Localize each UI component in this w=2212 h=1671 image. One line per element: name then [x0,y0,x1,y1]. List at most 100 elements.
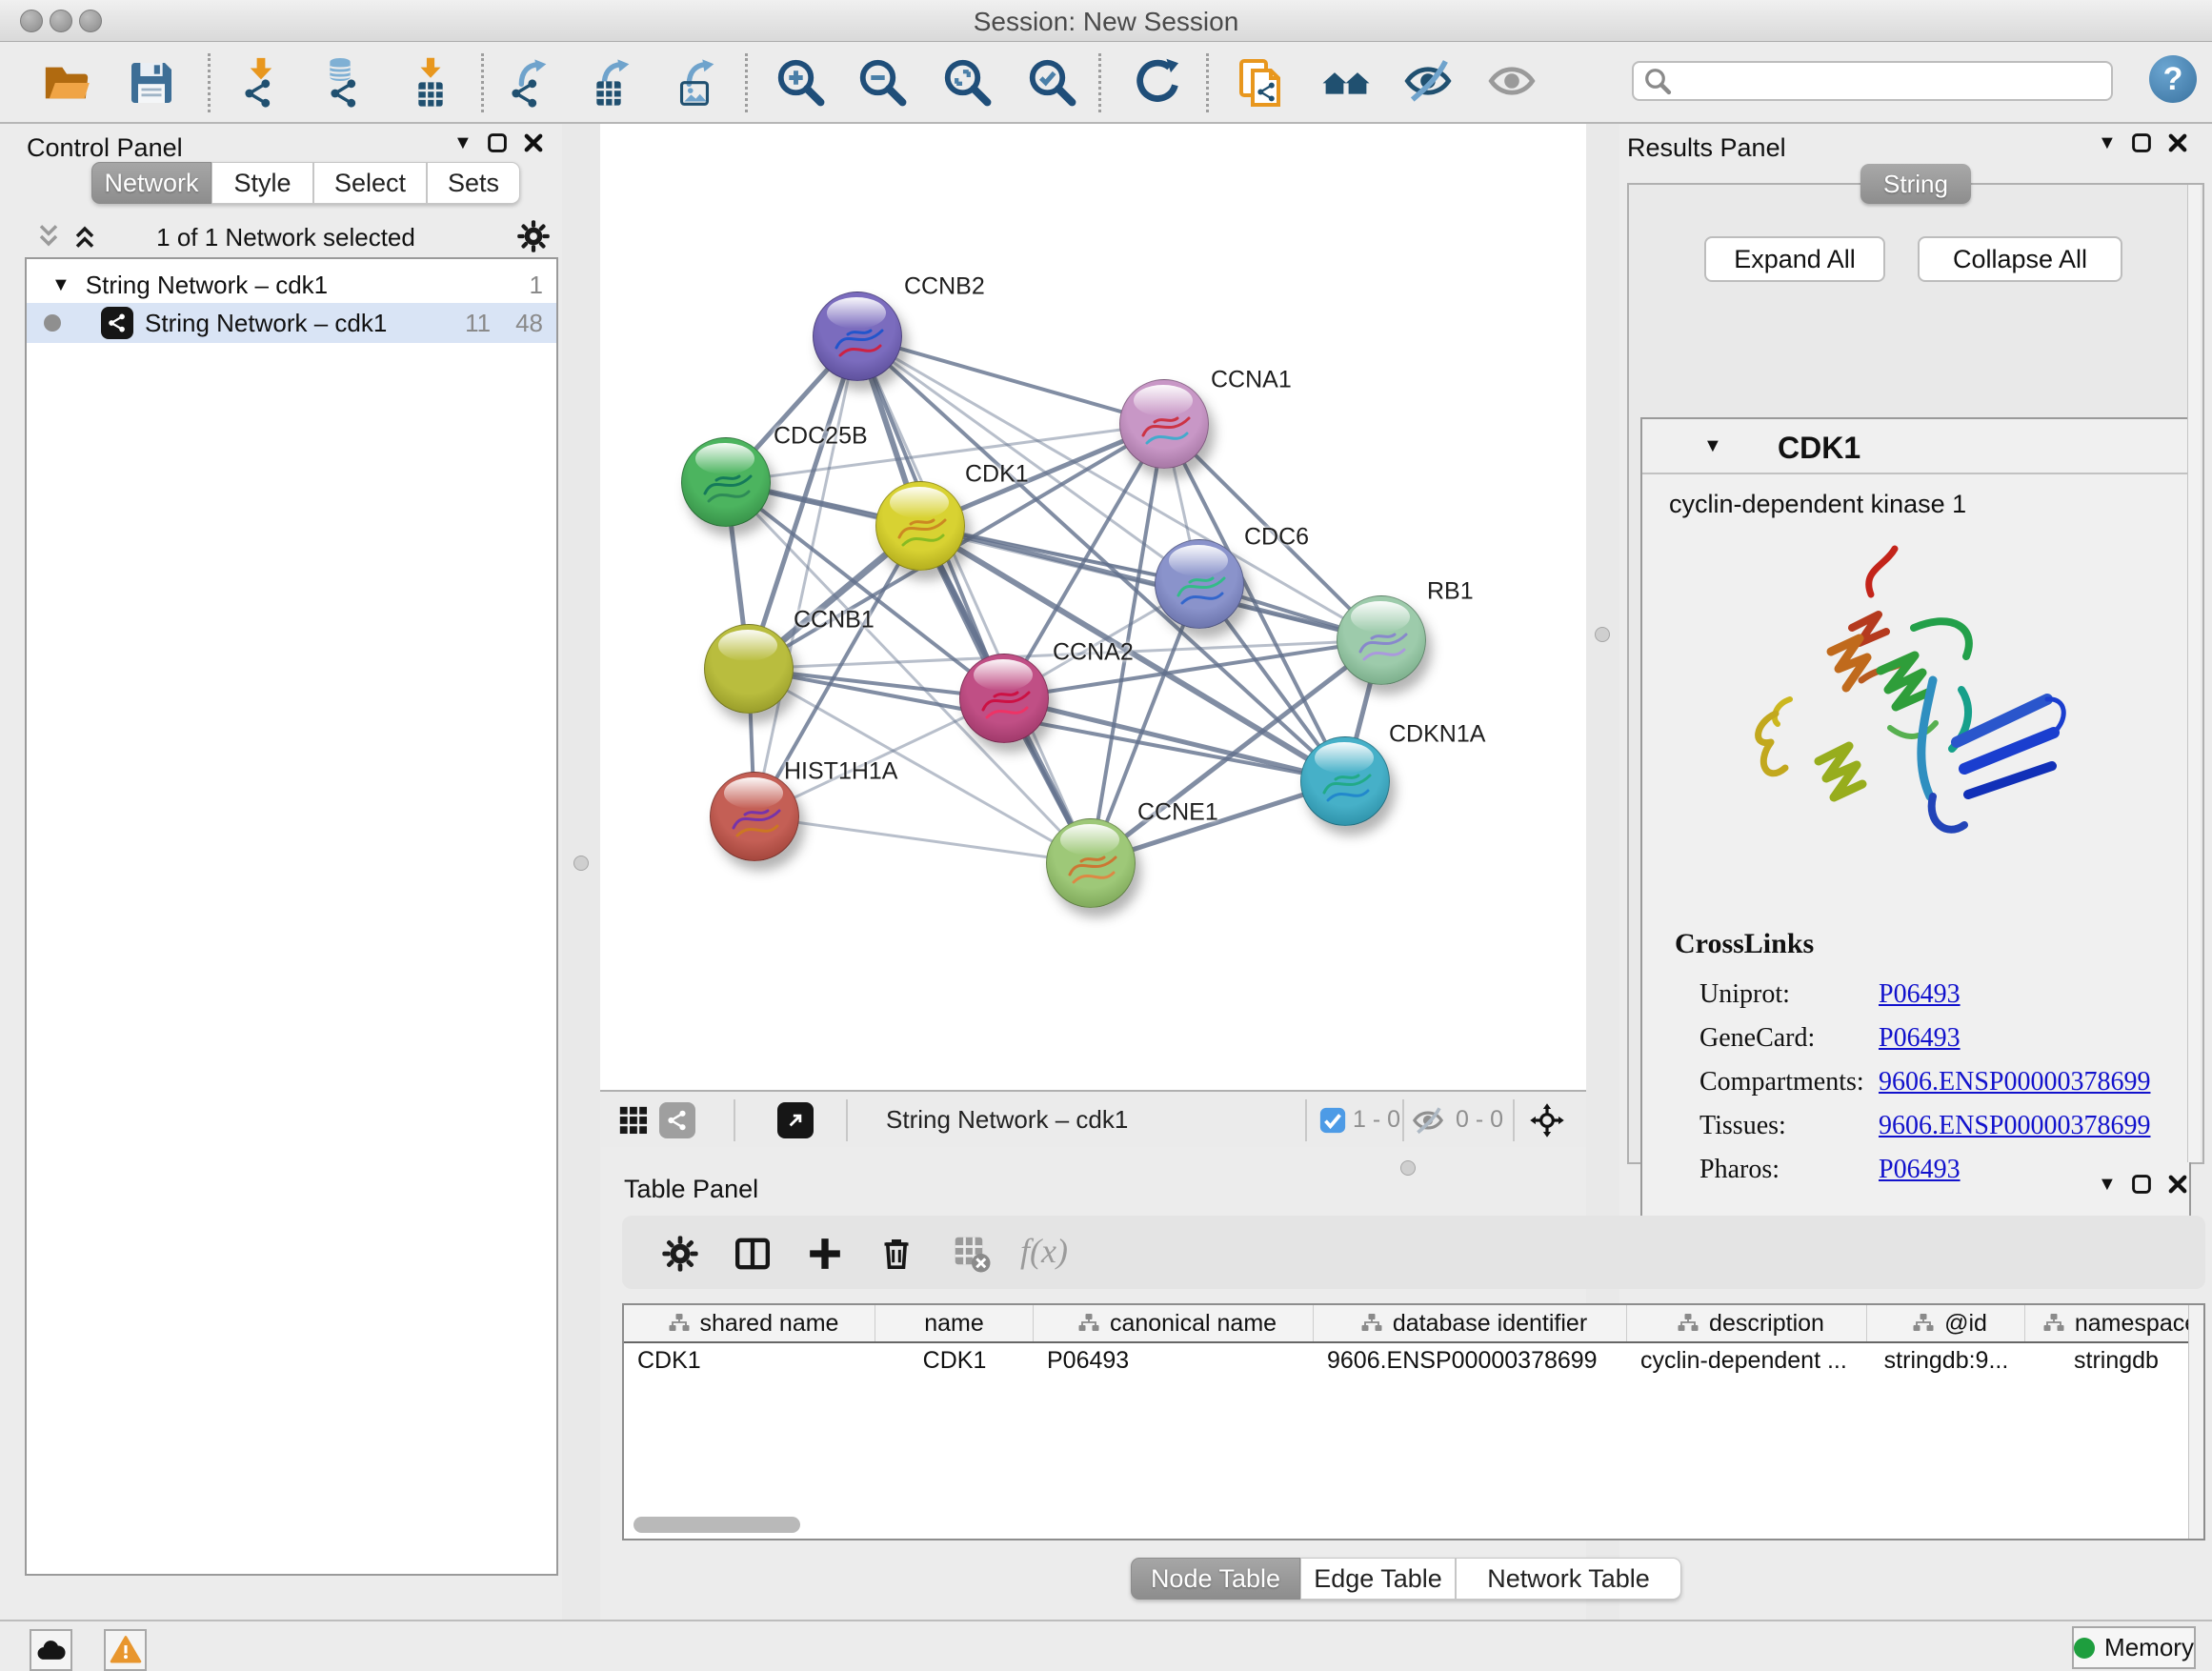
tab-sets[interactable]: Sets [427,162,520,204]
close-panel-icon[interactable] [522,131,545,154]
cell-database-identifier[interactable]: 9606.ENSP00000378699 [1314,1345,1627,1381]
tree-expander-icon[interactable]: ▼ [51,275,70,294]
left-splitter[interactable] [562,124,600,1620]
expand-all-button[interactable]: Expand All [1704,236,1885,282]
expand-all-networks-icon[interactable] [32,221,65,252]
import-network-from-file-button[interactable] [234,56,288,110]
network-edge-CCNB2-HIST1H1A[interactable] [754,336,857,816]
open-session-button[interactable] [40,56,93,110]
first-neighbors-button[interactable] [1320,56,1374,110]
cell-canonical-name[interactable]: P06493 [1034,1345,1314,1381]
tab-edge-table[interactable]: Edge Table [1300,1558,1456,1600]
network-collection-row[interactable]: ▼ String Network – cdk1 1 [27,265,556,305]
zoom-selected-button[interactable] [1026,56,1079,110]
panel-menu-icon[interactable]: ▼ [2098,1175,2117,1194]
help-button[interactable]: ? [2149,55,2197,103]
gene-card-header[interactable]: ▼ CDK1 [1642,419,2189,474]
export-image-button[interactable] [669,56,722,110]
network-options-gear-icon[interactable] [516,219,551,253]
column-header[interactable]: canonical name [1034,1305,1314,1341]
network-node-CDKN1A[interactable] [1300,736,1390,826]
import-table-button[interactable] [404,56,457,110]
cell-shared-name[interactable]: CDK1 [624,1345,875,1381]
crosslink-link[interactable]: 9606.ENSP00000378699 [1879,1067,2150,1097]
export-network-button[interactable] [503,56,556,110]
splitter-handle[interactable] [1595,627,1610,642]
table-horizontal-scrollbar-thumb[interactable] [633,1517,800,1533]
float-panel-icon[interactable] [2130,131,2153,154]
column-header[interactable]: shared name [624,1305,875,1341]
network-node-CDK1[interactable] [875,481,965,571]
crosslink-link[interactable]: P06493 [1879,979,1961,1010]
close-panel-icon[interactable] [2166,131,2189,154]
tab-network[interactable]: Network [91,162,211,204]
cell-id[interactable]: stringdb:9... [1867,1345,2025,1381]
table-options-button[interactable] [659,1233,701,1275]
tab-string[interactable]: String [1860,164,1971,204]
network-overview-button[interactable] [659,1102,695,1138]
cell-namespace[interactable]: stringdb [2025,1345,2205,1381]
network-canvas[interactable]: CCNB2CCNA1CDC25BCDK1CDC6RB1CCNB1CCNA2CDK… [600,124,1586,1090]
delete-column-button[interactable] [875,1233,917,1275]
column-header[interactable]: description [1627,1305,1867,1341]
collapse-all-networks-icon[interactable] [69,221,101,252]
memory-button[interactable]: Memory [2072,1626,2196,1669]
tab-select[interactable]: Select [313,162,427,204]
column-header[interactable]: namespace [2025,1305,2205,1341]
crosslink-link[interactable]: P06493 [1879,1023,1961,1054]
node-table[interactable]: shared name name canonical name database… [622,1303,2205,1540]
network-edge-HIST1H1A-CCNE1[interactable] [754,816,1091,863]
cell-name[interactable]: CDK1 [875,1345,1034,1381]
show-columns-button[interactable] [732,1233,774,1275]
save-session-button[interactable] [125,56,178,110]
import-network-from-database-button[interactable] [316,56,370,110]
search-box[interactable] [1632,61,2113,101]
cloud-tasks-button[interactable] [30,1629,72,1671]
zoom-in-button[interactable] [774,56,828,110]
float-panel-icon[interactable] [2130,1173,2153,1196]
zoom-out-button[interactable] [856,56,910,110]
warnings-button[interactable] [104,1629,147,1671]
function-builder-button[interactable]: f(x) [1020,1231,1068,1271]
close-panel-icon[interactable] [2166,1173,2189,1196]
collapse-all-button[interactable]: Collapse All [1918,236,2122,282]
navigator-button[interactable] [1529,1102,1565,1138]
refresh-network-button[interactable] [1132,56,1185,110]
hide-selected-button[interactable] [1403,56,1457,110]
selected-checkbox[interactable] [1315,1102,1351,1138]
network-node-CDC6[interactable] [1155,539,1244,629]
create-column-button[interactable] [804,1233,846,1275]
network-node-CCNA1[interactable] [1119,379,1209,469]
detach-view-button[interactable] [777,1102,814,1138]
search-input[interactable] [1672,67,2111,96]
table-vertical-scrollbar[interactable] [2188,1305,2203,1539]
hidden-eye-icon[interactable] [1410,1102,1446,1138]
results-scrollbar[interactable] [2187,185,2201,1162]
crosslink-link[interactable]: 9606.ENSP00000378699 [1879,1111,2150,1141]
view-grid-button[interactable] [615,1102,652,1138]
network-node-CCNB1[interactable] [704,624,794,714]
column-header[interactable]: @id [1867,1305,2025,1341]
show-all-button[interactable] [1487,56,1540,110]
duplicate-network-button[interactable] [1236,56,1289,110]
float-panel-icon[interactable] [486,131,509,154]
column-header[interactable]: name [875,1305,1034,1341]
export-table-button[interactable] [584,56,637,110]
panel-menu-icon[interactable]: ▼ [2098,133,2117,152]
network-row-selected[interactable]: String Network – cdk1 11 48 [27,303,556,343]
network-node-CCNA2[interactable] [959,654,1049,743]
tab-style[interactable]: Style [211,162,313,204]
tab-node-table[interactable]: Node Table [1131,1558,1300,1600]
table-row[interactable]: CDK1 CDK1 P06493 9606.ENSP00000378699 cy… [624,1345,2192,1381]
column-header[interactable]: database identifier [1314,1305,1627,1341]
tab-network-table[interactable]: Network Table [1456,1558,1681,1600]
delete-table-button[interactable] [951,1233,993,1275]
network-node-RB1[interactable] [1337,595,1426,685]
cell-description[interactable]: cyclin-dependent ... [1627,1345,1867,1381]
gene-expander-icon[interactable]: ▼ [1703,436,1722,455]
splitter-handle[interactable] [573,856,589,871]
network-node-CCNB2[interactable] [813,292,902,381]
panel-menu-icon[interactable]: ▼ [453,133,473,152]
zoom-fit-button[interactable] [941,56,995,110]
network-node-CCNE1[interactable] [1046,818,1136,908]
